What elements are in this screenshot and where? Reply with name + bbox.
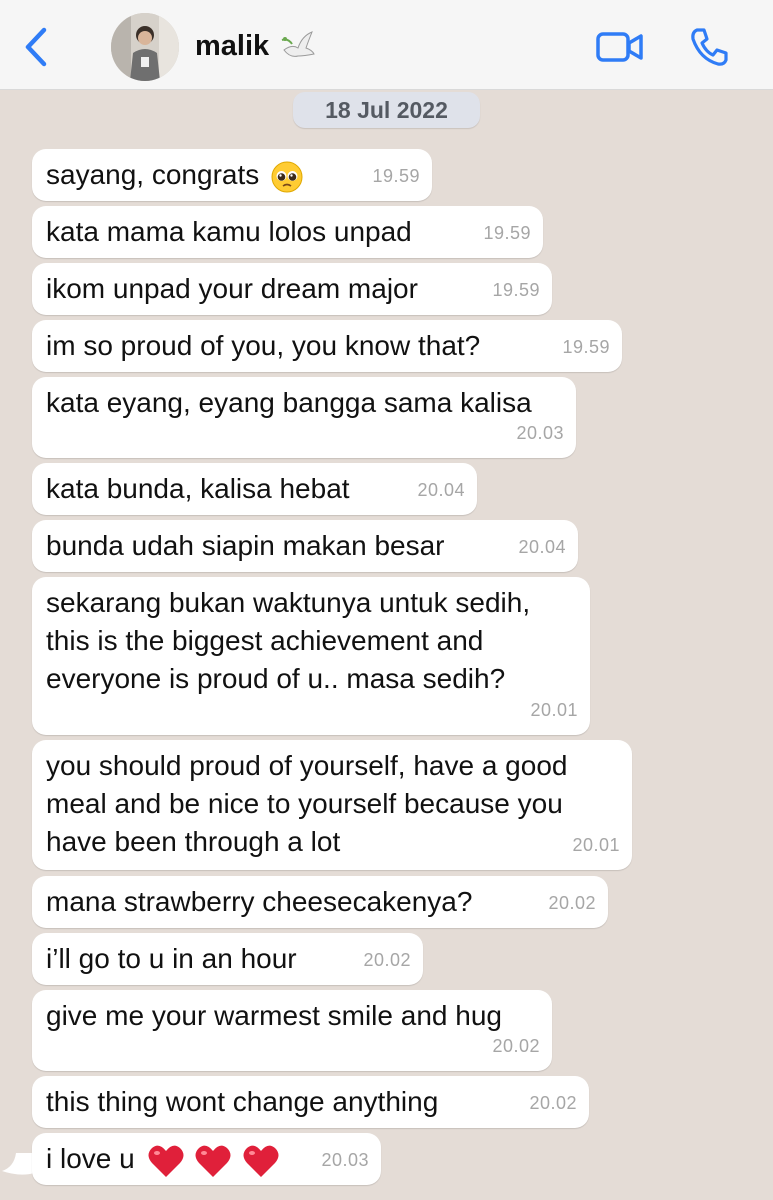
message-bubble[interactable]: mana strawberry cheesecakenya? 20.02 [32, 876, 608, 928]
heart-icon [148, 1145, 183, 1177]
message-time: 19.59 [492, 280, 540, 300]
heart-icon [195, 1145, 231, 1177]
message-time: 20.01 [530, 700, 578, 720]
message-bubble[interactable]: sekarang bukan waktunya untuk sedih, thi… [32, 577, 590, 735]
message-time: 19.59 [483, 223, 531, 243]
message-text: give me your warmest smile and hug [46, 1000, 502, 1031]
message-bubble[interactable]: im so proud of you, you know that? 19.59 [32, 320, 622, 372]
message-text: bunda udah siapin makan besar [46, 530, 445, 561]
message-text: i love u [46, 1143, 135, 1174]
video-camera-icon[interactable] [596, 30, 644, 64]
bubble-tail [2, 1153, 34, 1175]
message-text: im so proud of you, you know that? [46, 330, 481, 361]
message-bubble[interactable]: kata mama kamu lolos unpad 19.59 [32, 206, 543, 258]
message-text: sekarang bukan waktunya untuk sedih, thi… [46, 587, 531, 694]
message-text: ikom unpad your dream major [46, 273, 418, 304]
message-text: sayang, congrats [46, 159, 260, 190]
message-bubble[interactable]: sayang, congrats 19.59 [32, 149, 432, 201]
message-time: 20.03 [516, 423, 564, 443]
message-text: kata eyang, eyang bangga sama kalisa [46, 387, 532, 418]
message-bubble[interactable]: bunda udah siapin makan besar 20.04 [32, 520, 578, 572]
heart-icon [243, 1145, 279, 1177]
message-bubble[interactable]: you should proud of yourself, have a goo… [32, 740, 632, 870]
message-text: you should proud of yourself, have a goo… [46, 750, 568, 857]
phone-icon[interactable] [688, 26, 730, 68]
message-time: 20.02 [529, 1093, 577, 1113]
message-time: 20.04 [518, 537, 566, 557]
message-time: 19.59 [372, 166, 420, 186]
message-text: kata bunda, kalisa hebat [46, 473, 350, 504]
avatar[interactable] [111, 13, 179, 81]
message-time: 20.02 [363, 950, 411, 970]
contact-name[interactable]: malik [195, 30, 269, 63]
dove-icon [281, 31, 315, 57]
message-time: 20.04 [417, 480, 465, 500]
chat-header: malik [0, 0, 773, 90]
message-time: 20.03 [321, 1150, 369, 1170]
message-time: 20.02 [548, 893, 596, 913]
message-bubble[interactable]: this thing wont change anything 20.02 [32, 1076, 589, 1128]
message-bubble[interactable]: i’ll go to u in an hour 20.02 [32, 933, 423, 985]
message-text: kata mama kamu lolos unpad [46, 216, 412, 247]
message-text: i’ll go to u in an hour [46, 943, 297, 974]
message-bubble[interactable]: give me your warmest smile and hug 20.02 [32, 990, 552, 1071]
message-text: this thing wont change anything [46, 1086, 439, 1117]
message-text: mana strawberry cheesecakenya? [46, 886, 473, 917]
message-bubble[interactable]: kata bunda, kalisa hebat 20.04 [32, 463, 477, 515]
message-bubble[interactable]: kata eyang, eyang bangga sama kalisa 20.… [32, 377, 576, 458]
pleading-face-emoji-icon [271, 161, 303, 193]
message-time: 20.01 [572, 835, 620, 855]
message-bubble[interactable]: ikom unpad your dream major 19.59 [32, 263, 552, 315]
message-time: 20.02 [492, 1036, 540, 1056]
chevron-left-icon[interactable] [18, 24, 54, 70]
message-bubble[interactable]: i love u 20.03 [32, 1133, 381, 1185]
date-chip: 18 Jul 2022 [293, 92, 480, 128]
message-time: 19.59 [562, 337, 610, 357]
